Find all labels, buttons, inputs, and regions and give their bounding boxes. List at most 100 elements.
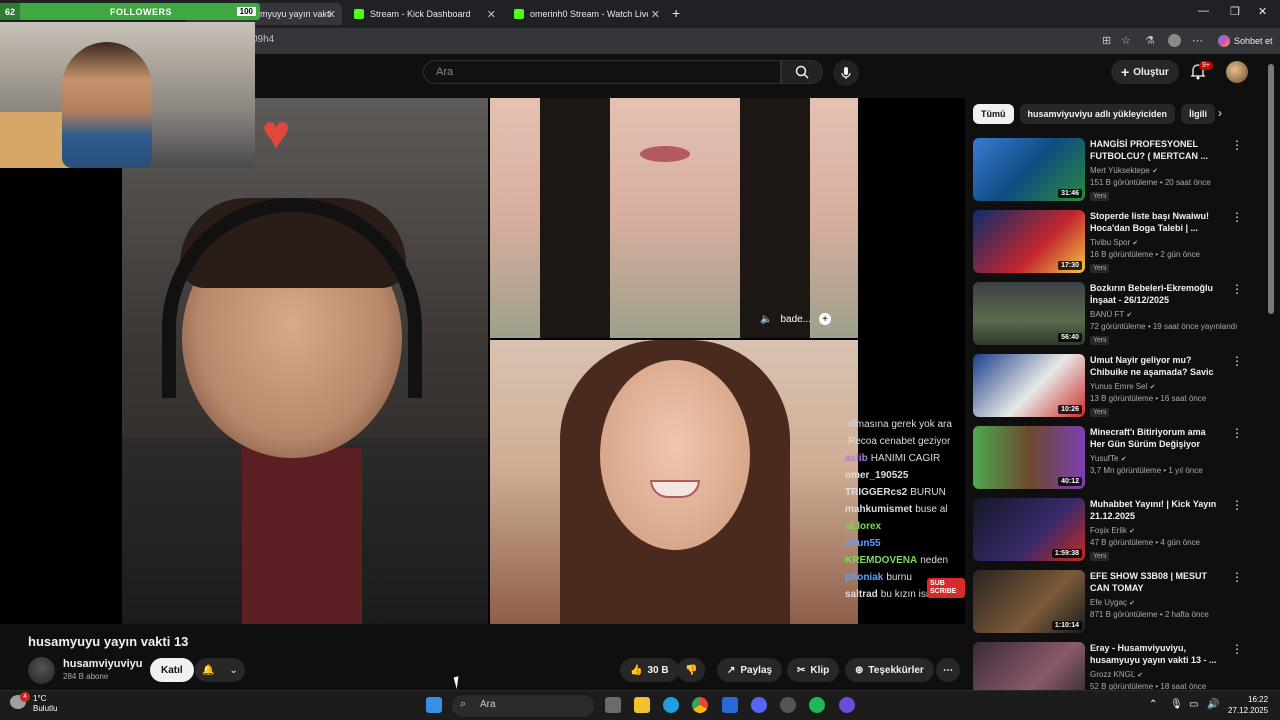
video-duration: 31:46 bbox=[1058, 189, 1082, 198]
channel-name[interactable]: Mert Yüksektepe ✔ bbox=[1090, 166, 1158, 175]
more-options-icon[interactable]: ⋮ bbox=[1231, 282, 1243, 296]
mic-icon bbox=[841, 67, 851, 79]
close-window-icon[interactable]: ✕ bbox=[1258, 5, 1267, 18]
more-options-icon[interactable]: ⋮ bbox=[1231, 426, 1243, 440]
system-clock[interactable]: 16:22 27.12.2025 bbox=[1228, 694, 1268, 716]
person bbox=[62, 42, 152, 168]
video-thumbnail[interactable]: 17:30 bbox=[973, 210, 1085, 273]
taskbar-search[interactable]: Ara bbox=[452, 695, 594, 717]
recommended-video[interactable]: 1:10:14 EFE SHOW S3B08 | MESUT CAN TOMAY E… bbox=[973, 570, 1263, 636]
video-title[interactable]: EFE SHOW S3B08 | MESUT CAN TOMAY bbox=[1090, 570, 1218, 594]
video-thumbnail[interactable]: 1:10:14 bbox=[973, 570, 1085, 633]
channel-name[interactable]: BANÜ FT ✔ bbox=[1090, 310, 1132, 319]
search-button[interactable] bbox=[781, 60, 823, 84]
close-icon[interactable]: ✕ bbox=[487, 8, 496, 21]
more-options-icon[interactable]: ⋮ bbox=[1231, 642, 1243, 656]
like-button[interactable]: 👍 30 B bbox=[620, 658, 679, 682]
spotify-icon[interactable] bbox=[809, 697, 825, 713]
recommended-video[interactable]: 40:12 Minecraft'ı Bitiriyorum ama Her Gün… bbox=[973, 426, 1263, 492]
search-input[interactable]: Ara bbox=[423, 60, 781, 84]
video-thumbnail[interactable]: 56:40 bbox=[973, 282, 1085, 345]
tab-kick-dashboard[interactable]: Stream - Kick Dashboard ✕ bbox=[346, 3, 502, 25]
channel-name[interactable]: Efe Uygaç ✔ bbox=[1090, 598, 1135, 607]
channel-name[interactable]: Grozz KNGL ✔ bbox=[1090, 670, 1143, 679]
voice-search-button[interactable] bbox=[833, 60, 859, 86]
file-explorer-icon[interactable] bbox=[634, 697, 650, 713]
new-tab-icon[interactable]: + bbox=[672, 5, 680, 21]
discord-icon[interactable] bbox=[751, 697, 767, 713]
scrollbar[interactable] bbox=[1268, 64, 1274, 314]
chip-related[interactable]: İlgili bbox=[1181, 104, 1216, 124]
clip-button[interactable]: ✂ Klip bbox=[787, 658, 840, 682]
extensions-icon[interactable]: ⚗ bbox=[1145, 34, 1155, 47]
plus-icon: + bbox=[1121, 64, 1130, 80]
app-icon[interactable] bbox=[839, 697, 855, 713]
user-avatar[interactable] bbox=[1226, 61, 1248, 83]
share-button[interactable]: ↗ Paylaş bbox=[717, 658, 783, 682]
video-title[interactable]: Bozkırın Bebeleri-Ekremoğlu İnşaat - 26/… bbox=[1090, 282, 1218, 306]
recommended-video[interactable]: 10:26 Umut Nayir geliyor mu? Chibuike ne … bbox=[973, 354, 1263, 420]
channel-avatar[interactable] bbox=[28, 657, 55, 684]
subscription-bell-button[interactable]: 🔔 ⌄ bbox=[195, 658, 245, 682]
close-icon[interactable]: ✕ bbox=[327, 8, 336, 21]
more-options-icon[interactable]: ⋮ bbox=[1231, 354, 1243, 368]
steam-icon[interactable] bbox=[722, 697, 738, 713]
video-title[interactable]: HANGİSİ PROFESYONEL FUTBOLCU? ( MERTCAN … bbox=[1090, 138, 1218, 162]
bookmark-star-icon[interactable]: ☆ bbox=[1121, 34, 1131, 47]
minimize-icon[interactable]: — bbox=[1198, 5, 1209, 17]
close-icon[interactable]: ✕ bbox=[651, 8, 660, 21]
more-actions-button[interactable]: ⋯ bbox=[936, 658, 960, 682]
create-button[interactable]: + Oluştur bbox=[1111, 60, 1179, 84]
video-title[interactable]: Minecraft'ı Bitiriyorum ama Her Gün Sürü… bbox=[1090, 426, 1218, 450]
channel-name[interactable]: YusufTe ✔ bbox=[1090, 454, 1127, 463]
recommended-video[interactable]: 56:40 Bozkırın Bebeleri-Ekremoğlu İnşaat … bbox=[973, 282, 1263, 348]
video-thumbnail[interactable]: 1:59:38 bbox=[973, 498, 1085, 561]
video-player[interactable]: 🔈 bade... + olmasına gerek yok ara Recoa … bbox=[0, 98, 965, 624]
channel-name[interactable]: husamviyuviyu bbox=[63, 658, 142, 670]
video-thumbnail[interactable]: 10:26 bbox=[973, 354, 1085, 417]
more-options-icon[interactable]: ⋮ bbox=[1231, 570, 1243, 584]
followers-goal-bar: 62 FOLLOWERS 100 bbox=[0, 3, 260, 20]
recommended-video[interactable]: 1:59:38 Muhabbet Yayını! | Kick Yayın 21.… bbox=[973, 498, 1263, 564]
chevron-up-icon[interactable]: ⌃ bbox=[1149, 699, 1157, 710]
video-thumbnail[interactable]: 40:12 bbox=[973, 426, 1085, 489]
video-thumbnail[interactable]: 31:46 bbox=[973, 138, 1085, 201]
dislike-button[interactable]: 👎 bbox=[677, 658, 706, 682]
video-title[interactable]: Eray - Husamviyuviyu, husamyuyu yayın va… bbox=[1090, 642, 1218, 666]
task-view-icon[interactable] bbox=[605, 697, 621, 713]
channel-name[interactable]: Tivibu Spor ✔ bbox=[1090, 238, 1138, 247]
join-button[interactable]: Katıl bbox=[150, 658, 194, 682]
restore-icon[interactable]: ❐ bbox=[1230, 5, 1240, 18]
video-meta: 13 B görüntüleme • 16 saat önce bbox=[1090, 394, 1207, 403]
weather-widget[interactable]: 1°C Bulutlu bbox=[33, 694, 57, 714]
channel-name[interactable]: Foşix Erlik ✔ bbox=[1090, 526, 1135, 535]
recommended-video[interactable]: 31:46 HANGİSİ PROFESYONEL FUTBOLCU? ( MER… bbox=[973, 138, 1263, 204]
windows-start-icon[interactable] bbox=[426, 697, 442, 713]
menu-dots-icon[interactable]: ⋯ bbox=[1192, 34, 1203, 47]
chrome-icon[interactable] bbox=[692, 697, 708, 713]
chevron-right-icon[interactable]: › bbox=[1218, 106, 1222, 120]
display-icon[interactable]: ▭ bbox=[1189, 699, 1198, 710]
volume-icon[interactable]: 🔊 bbox=[1207, 699, 1219, 710]
chip-from-uploader[interactable]: husamviyuviyu adlı yükleyiciden bbox=[1019, 104, 1176, 124]
chat-message: oLlorex bbox=[845, 518, 963, 535]
more-options-icon[interactable]: ⋮ bbox=[1231, 138, 1243, 152]
channel-name[interactable]: Yunus Emre Sel ✔ bbox=[1090, 382, 1155, 391]
video-title[interactable]: Stoperde liste başı Nwaiwu! Hoca'dan Bog… bbox=[1090, 210, 1218, 234]
install-app-icon[interactable]: ⊞ bbox=[1102, 34, 1111, 47]
obs-icon[interactable] bbox=[780, 697, 796, 713]
chat-button[interactable]: Sohbet et bbox=[1212, 32, 1279, 50]
video-title[interactable]: Muhabbet Yayını! | Kick Yayın 21.12.2025 bbox=[1090, 498, 1218, 522]
thumbs-down-icon: 👎 bbox=[685, 664, 698, 676]
thanks-button[interactable]: ⊛ Teşekkürler bbox=[845, 658, 934, 682]
profile-icon[interactable] bbox=[1168, 34, 1181, 47]
chip-all[interactable]: Tümü bbox=[973, 104, 1014, 124]
url-text[interactable]: 09h4 bbox=[252, 34, 274, 45]
more-options-icon[interactable]: ⋮ bbox=[1231, 210, 1243, 224]
tab-kick-stream[interactable]: omerinh0 Stream - Watch Live on ✕ bbox=[506, 3, 666, 25]
more-options-icon[interactable]: ⋮ bbox=[1231, 498, 1243, 512]
recommended-video[interactable]: 17:30 Stoperde liste başı Nwaiwu! Hoca'da… bbox=[973, 210, 1263, 276]
video-title[interactable]: Umut Nayir geliyor mu? Chibuike ne aşama… bbox=[1090, 354, 1218, 378]
edge-icon[interactable] bbox=[663, 697, 679, 713]
microphone-icon[interactable]: 🎙 bbox=[1170, 699, 1183, 710]
